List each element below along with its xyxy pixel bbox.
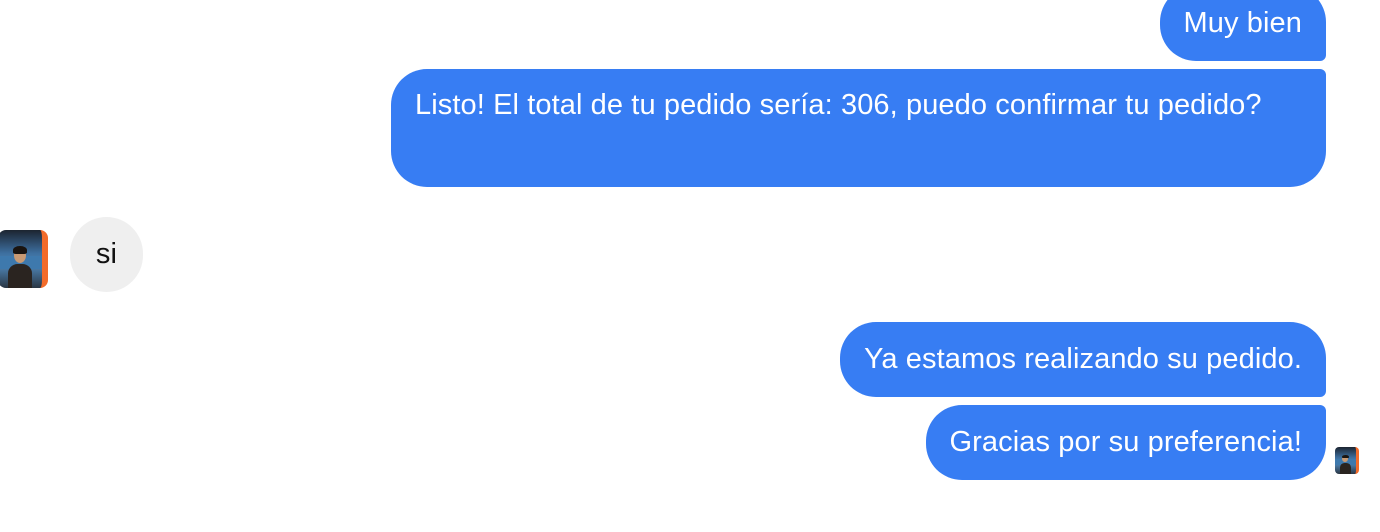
contact-avatar[interactable] [0, 230, 48, 288]
message-outgoing[interactable]: Muy bien [1159, 0, 1326, 61]
message-outgoing[interactable]: Listo! El total de tu pedido sería: 306,… [391, 69, 1326, 187]
message-outgoing[interactable]: Gracias por su preferencia! [925, 405, 1326, 480]
chat-thread: Muy bien Listo! El total de tu pedido se… [0, 0, 1380, 532]
message-outgoing[interactable]: Ya estamos realizando su pedido. [840, 322, 1326, 397]
avatar-photo-person [7, 246, 32, 288]
message-incoming[interactable]: si [70, 217, 143, 292]
avatar-photo-person [1339, 454, 1352, 474]
read-receipt-avatar [1335, 447, 1359, 474]
